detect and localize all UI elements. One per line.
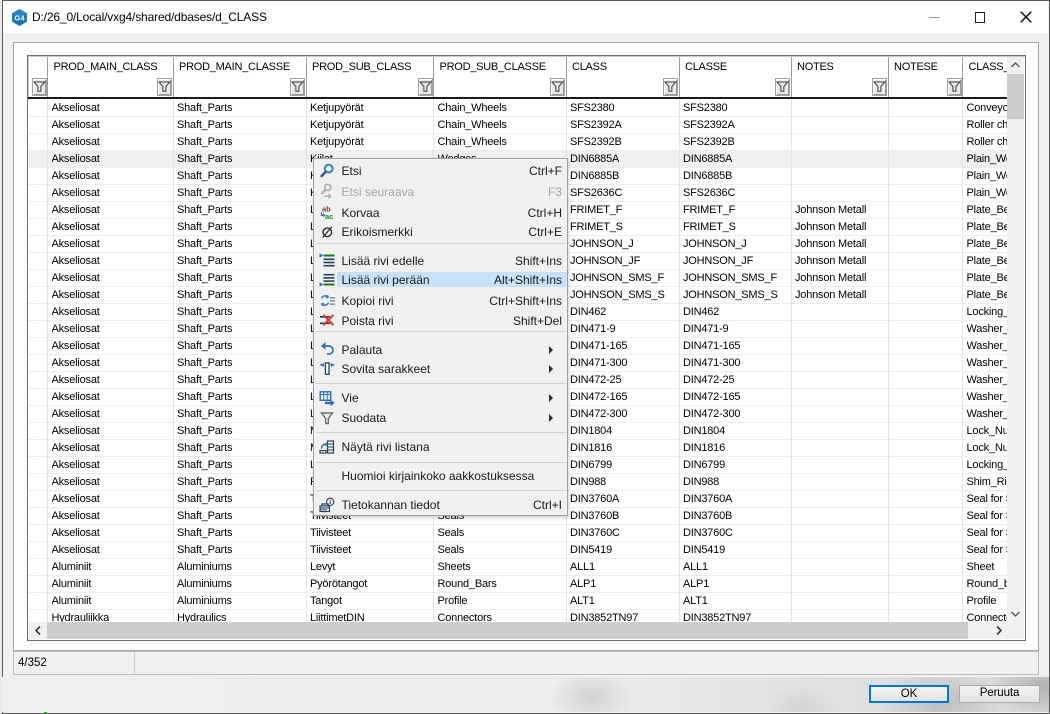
svg-text:G4: G4 — [14, 13, 25, 22]
svg-text:ac: ac — [325, 212, 333, 221]
